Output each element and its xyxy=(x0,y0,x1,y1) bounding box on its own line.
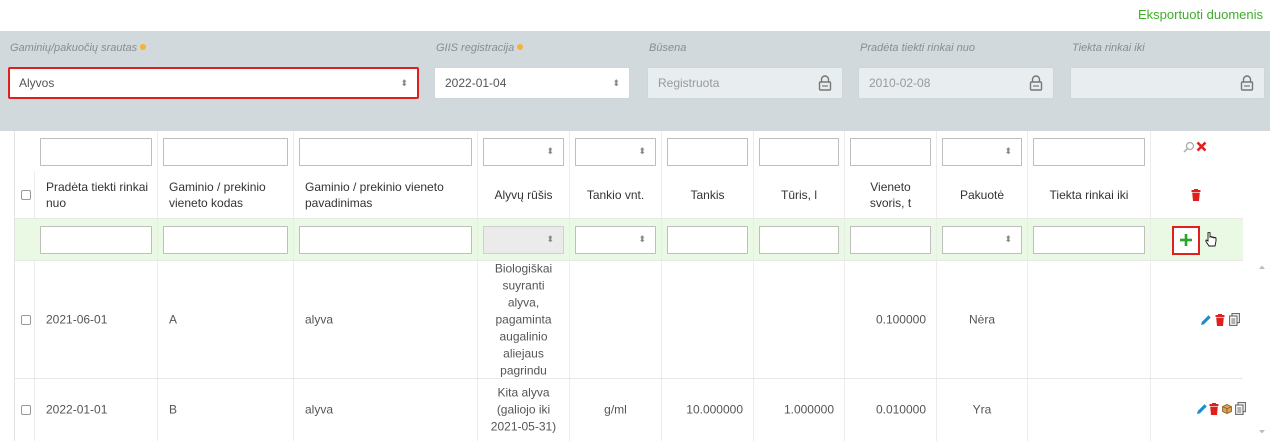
export-data-link[interactable]: Eksportuoti duomenis xyxy=(1138,7,1263,22)
new-code-input[interactable] xyxy=(163,226,288,254)
cell-type: Biologiškai suyranti alyva, pagaminta au… xyxy=(494,261,553,377)
filter-start-input[interactable] xyxy=(40,138,152,166)
select-arrows-icon: ⬍ xyxy=(1004,146,1012,156)
row-checkbox[interactable] xyxy=(21,405,31,415)
header-start[interactable]: Pradėta tiekti rinkai nuo xyxy=(46,179,151,211)
status-field: Registruota xyxy=(647,67,843,99)
select-arrows-icon: ⬍ xyxy=(638,234,646,244)
plus-icon xyxy=(1180,234,1192,246)
lock-icon xyxy=(818,75,832,91)
new-density-unit-select[interactable]: ⬍ xyxy=(575,226,656,254)
pencil-icon[interactable] xyxy=(1200,314,1212,326)
select-arrows-icon: ⬍ xyxy=(1004,234,1012,244)
new-name-input[interactable] xyxy=(299,226,472,254)
trash-icon[interactable] xyxy=(1215,314,1225,326)
select-arrows-icon: ⬍ xyxy=(638,146,646,156)
cell-package: Yra xyxy=(972,402,992,417)
cell-type: Kita alyva (galiojo iki 2021-05-31) xyxy=(490,385,557,434)
add-row: ⬍ ⬍ ⬍ xyxy=(15,219,1243,261)
cell-density-unit: g/ml xyxy=(604,402,627,417)
filter-density-input[interactable] xyxy=(667,138,748,166)
filter-name-input[interactable] xyxy=(299,138,472,166)
lock-icon xyxy=(1240,75,1254,91)
copy-icon[interactable] xyxy=(1235,402,1246,415)
giis-label: GIIS registracija xyxy=(436,42,524,54)
cell-start: 2022-01-01 xyxy=(46,402,108,417)
cell-code: B xyxy=(169,402,178,417)
stream-label: Gaminių/pakuočių srautas xyxy=(10,42,147,54)
filter-code-input[interactable] xyxy=(163,138,288,166)
cell-volume: 1.000000 xyxy=(783,402,834,417)
new-unit-weight-input[interactable] xyxy=(850,226,931,254)
header-density[interactable]: Tankis xyxy=(662,187,753,203)
select-arrows-icon: ⬍ xyxy=(546,234,554,244)
stream-select[interactable]: Alyvos ⬍ xyxy=(8,67,419,99)
new-end-input[interactable] xyxy=(1033,226,1145,254)
giis-select[interactable]: 2022-01-04 ⬍ xyxy=(434,67,630,99)
table-row[interactable]: 2021-06-01 A alyva Biologiškai suyranti … xyxy=(15,261,1243,379)
cell-package: Nėra xyxy=(968,312,995,326)
header-end[interactable]: Tiekta rinkai iki xyxy=(1028,187,1150,203)
new-density-input[interactable] xyxy=(667,226,748,254)
filter-panel: Gaminių/pakuočių srautas Alyvos ⬍ GIIS re… xyxy=(0,31,1270,131)
add-row-button[interactable] xyxy=(1172,226,1200,255)
products-table: ⬍ ⬍ ⬍ Pradėta tiekti rinkai nuo Gaminio … xyxy=(14,131,1246,441)
table-row[interactable]: 2022-01-01 B alyva Kita alyva (galiojo i… xyxy=(15,379,1246,441)
filter-volume-input[interactable] xyxy=(759,138,839,166)
cell-name: alyva xyxy=(305,402,334,417)
table-header-row: Pradėta tiekti rinkai nuo Gaminio / prek… xyxy=(15,171,1243,219)
status-label: Būsena xyxy=(649,42,687,54)
start-label: Pradėta tiekti rinkai nuo xyxy=(860,42,975,54)
select-arrows-icon: ⬍ xyxy=(546,146,554,156)
select-arrows-icon: ⬍ xyxy=(400,78,408,88)
new-type-select: ⬍ xyxy=(483,226,564,254)
header-package[interactable]: Pakuotė xyxy=(937,187,1027,203)
required-dot-icon xyxy=(140,44,147,50)
cell-start: 2021-06-01 xyxy=(46,312,108,326)
header-name[interactable]: Gaminio / prekinio vieneto pavadinimas xyxy=(305,179,471,211)
header-volume[interactable]: Tūris, l xyxy=(754,187,844,203)
scroll-down-icon[interactable] xyxy=(1258,429,1266,435)
lock-icon xyxy=(1029,75,1043,91)
pencil-icon[interactable] xyxy=(1196,403,1208,415)
filter-unit-weight-input[interactable] xyxy=(850,138,931,166)
filter-density-unit-select[interactable]: ⬍ xyxy=(575,138,656,166)
filter-package-select[interactable]: ⬍ xyxy=(942,138,1022,166)
header-code[interactable]: Gaminio / prekinio vieneto kodas xyxy=(169,179,287,211)
cell-name: alyva xyxy=(305,312,334,326)
select-arrows-icon: ⬍ xyxy=(612,78,620,88)
table-scrollbar[interactable] xyxy=(1256,262,1268,441)
end-date-field xyxy=(1070,67,1265,99)
filter-end-input[interactable] xyxy=(1033,138,1145,166)
scroll-up-icon[interactable] xyxy=(1258,264,1266,270)
trash-icon[interactable] xyxy=(1209,403,1219,415)
trash-icon[interactable] xyxy=(1191,189,1201,201)
cell-unit-weight: 0.100000 xyxy=(875,312,926,326)
box-icon[interactable] xyxy=(1222,404,1232,414)
new-start-input[interactable] xyxy=(40,226,152,254)
cell-unit-weight: 0.010000 xyxy=(875,402,926,417)
end-label: Tiekta rinkai iki xyxy=(1072,42,1145,54)
close-icon[interactable] xyxy=(1196,141,1207,152)
cell-density: 10.000000 xyxy=(686,402,743,417)
search-icon[interactable] xyxy=(1183,141,1195,153)
new-volume-input[interactable] xyxy=(759,226,839,254)
required-dot-icon xyxy=(517,44,524,50)
header-density-unit[interactable]: Tankio vnt. xyxy=(570,187,661,203)
header-type[interactable]: Alyvų rūšis xyxy=(478,187,569,203)
select-all-checkbox[interactable] xyxy=(21,189,31,200)
hand-cursor-icon xyxy=(1205,232,1217,247)
table-filter-row: ⬍ ⬍ ⬍ xyxy=(15,131,1243,171)
filter-type-select[interactable]: ⬍ xyxy=(483,138,564,166)
new-package-select[interactable]: ⬍ xyxy=(942,226,1022,254)
row-checkbox[interactable] xyxy=(21,314,31,325)
cell-code: A xyxy=(169,312,178,326)
header-unit-weight[interactable]: Vieneto svoris, t xyxy=(845,179,936,211)
copy-icon[interactable] xyxy=(1229,313,1240,326)
start-date-field: 2010-02-08 xyxy=(858,67,1054,99)
